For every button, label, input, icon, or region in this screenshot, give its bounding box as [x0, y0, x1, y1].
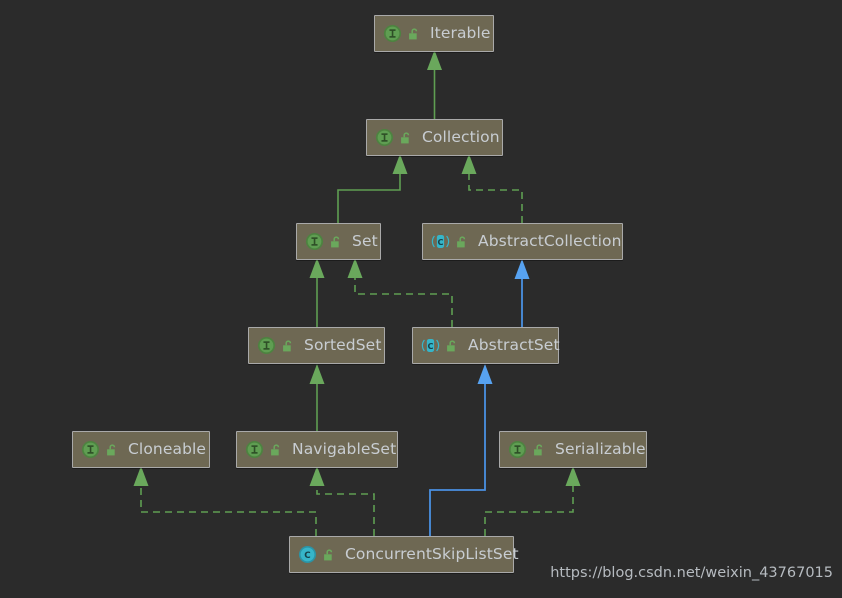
node-icons-cloneable: [81, 440, 119, 459]
public-unlocked-padlock-icon: [457, 235, 466, 247]
node-icons-set: [305, 232, 343, 251]
relationship-edges-layer: [133, 50, 581, 536]
node-icons-abstract-collection: C: [431, 232, 469, 251]
interface-icon: [383, 24, 402, 43]
node-label: AbstractSet: [468, 335, 560, 354]
node-label: Serializable: [555, 439, 646, 458]
edge-sortedset-to-set: [309, 258, 325, 327]
interface-icon: [257, 336, 276, 355]
edge-collection-to-iterable: [427, 50, 442, 119]
node-serializable[interactable]: Serializable: [499, 431, 647, 468]
node-abstract-set[interactable]: C AbstractSet: [412, 327, 560, 364]
public-unlocked-padlock-icon: [271, 443, 280, 455]
public-unlocked-padlock-icon: [283, 339, 292, 351]
edge-abstractcollection-to-collection: [461, 154, 523, 223]
node-cloneable[interactable]: Cloneable: [72, 431, 210, 468]
node-icons-abstract-set: C: [421, 336, 459, 355]
node-label: AbstractCollection: [478, 231, 622, 250]
edge-navigableset-to-sortedset: [309, 364, 325, 431]
edge-set-to-collection: [337, 154, 408, 223]
watermark-text: https://blog.csdn.net/weixin_43767015: [550, 565, 833, 581]
node-label: Collection: [422, 127, 500, 146]
class-icon: C: [298, 545, 317, 564]
node-sorted-set[interactable]: SortedSet: [248, 327, 385, 364]
public-unlocked-padlock-icon: [331, 235, 340, 247]
edge-cslset-to-cloneable: [133, 466, 317, 536]
node-navigable-set[interactable]: NavigableSet: [236, 431, 398, 468]
node-icons-serializable: [508, 440, 546, 459]
svg-text:C: C: [304, 551, 310, 561]
edge-cslset-to-abstractset: [429, 364, 493, 536]
interface-icon: [508, 440, 527, 459]
interface-icon: [305, 232, 324, 251]
public-unlocked-padlock-icon: [107, 443, 116, 455]
node-icons-sorted-set: [257, 336, 295, 355]
node-icons-iterable: [383, 24, 421, 43]
node-label: Cloneable: [128, 439, 207, 458]
interface-icon: [375, 128, 394, 147]
public-unlocked-padlock-icon: [401, 131, 410, 143]
node-abstract-collection[interactable]: C AbstractCollection: [422, 223, 623, 260]
abstract-class-icon: C: [431, 234, 450, 249]
public-unlocked-padlock-icon: [324, 548, 333, 560]
svg-text:C: C: [428, 341, 434, 351]
edge-abstractset-to-abstractcollection: [514, 259, 530, 327]
node-icons-collection: [375, 128, 413, 147]
node-iterable[interactable]: Iterable: [374, 15, 494, 52]
public-unlocked-padlock-icon: [534, 443, 543, 455]
node-concurrent-skip-list-set[interactable]: C ConcurrentSkipListSet: [289, 536, 519, 573]
abstract-class-icon: C: [421, 338, 440, 353]
public-unlocked-padlock-icon: [447, 339, 456, 351]
uml-class-diagram-canvas: Iterable Collection Set C AbstractCollec…: [0, 0, 842, 598]
node-label: SortedSet: [304, 335, 382, 354]
node-label: NavigableSet: [292, 439, 397, 458]
node-label: ConcurrentSkipListSet: [345, 544, 519, 563]
node-set[interactable]: Set: [296, 223, 381, 260]
node-icons-concurrent-skip-list-set: C: [298, 545, 336, 564]
public-unlocked-padlock-icon: [409, 27, 418, 39]
node-collection[interactable]: Collection: [366, 119, 503, 156]
interface-icon: [81, 440, 100, 459]
node-label: Iterable: [430, 23, 491, 42]
edge-cslset-to-navigableset: [309, 466, 375, 536]
svg-text:C: C: [438, 237, 444, 247]
edge-cslset-to-serializable: [484, 466, 581, 536]
edge-abstractset-to-set: [347, 258, 453, 327]
node-label: Set: [352, 231, 378, 250]
interface-icon: [245, 440, 264, 459]
node-icons-navigable-set: [245, 440, 283, 459]
